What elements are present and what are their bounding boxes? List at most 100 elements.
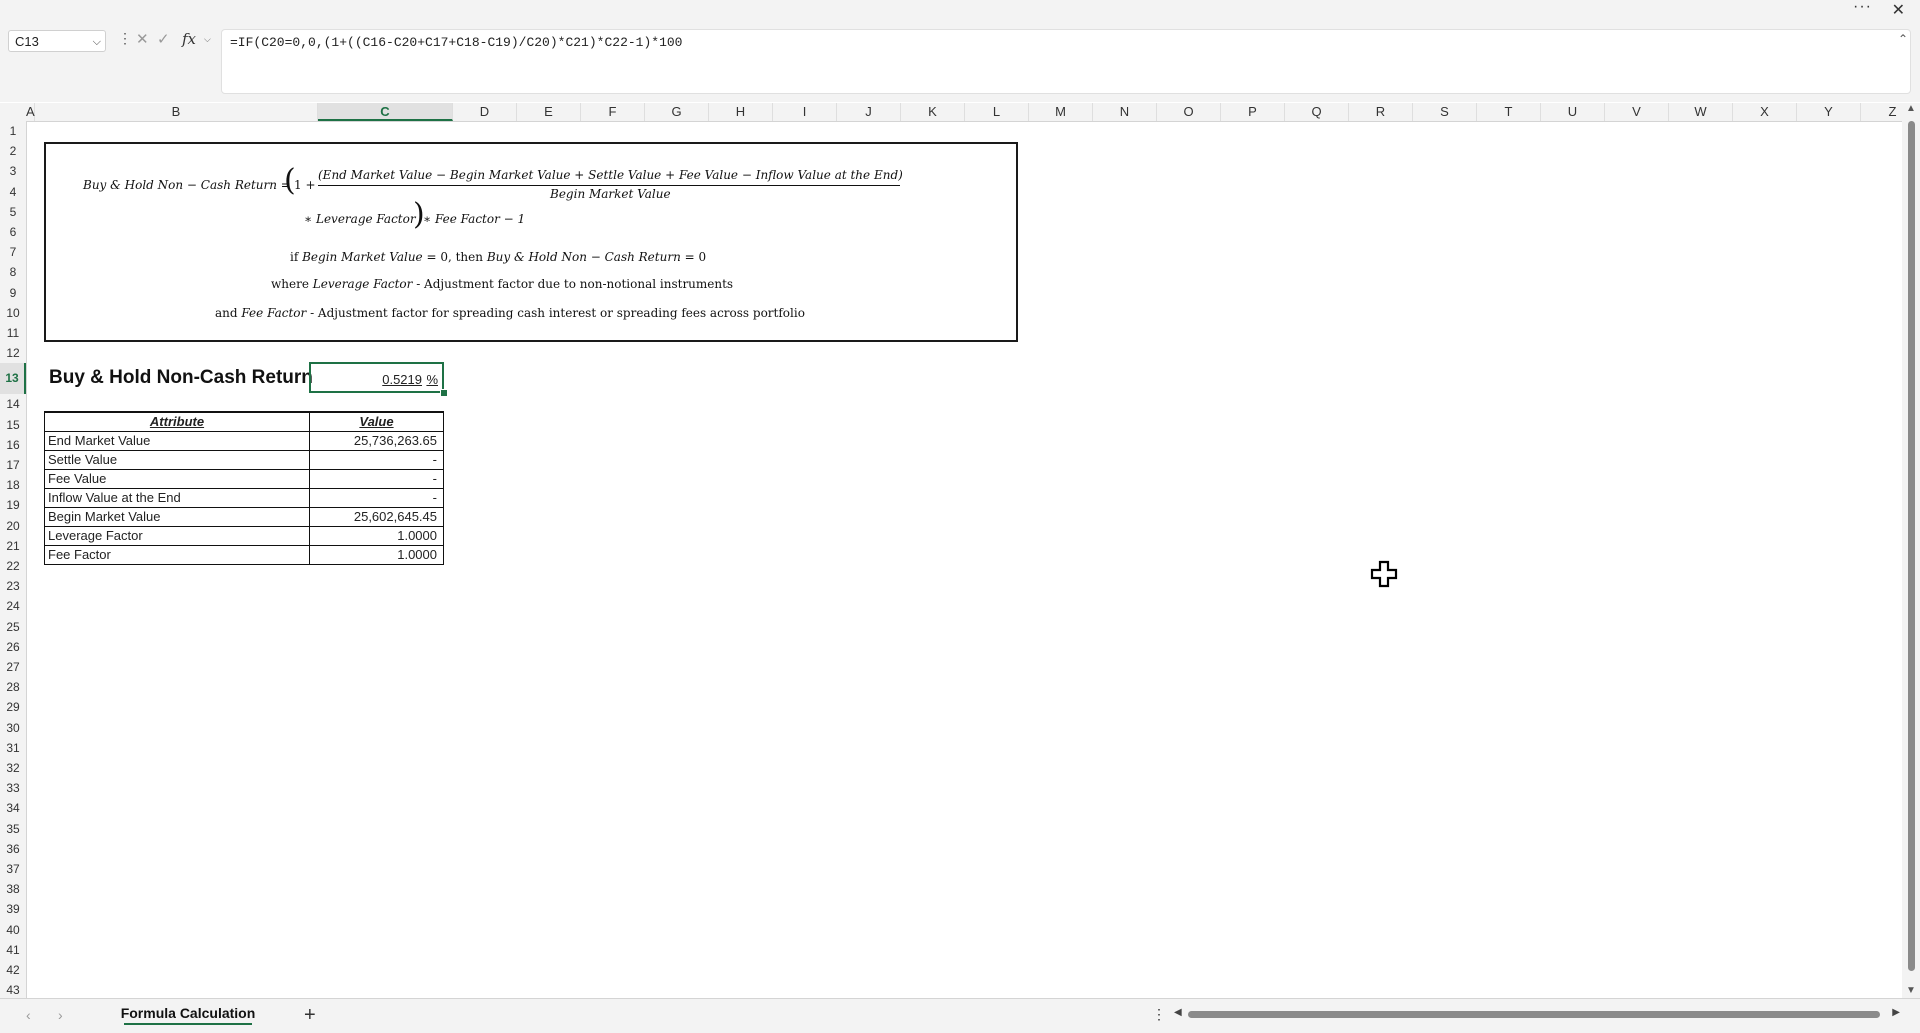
row-header-36[interactable]: 36 [0,839,26,859]
row-header-18[interactable]: 18 [0,475,26,495]
row-header-5[interactable]: 5 [0,202,26,222]
close-icon[interactable]: ✕ [1892,0,1905,20]
attribute-cell[interactable]: Begin Market Value [44,506,310,527]
column-header-c[interactable]: C [318,103,453,121]
row-header-15[interactable]: 15 [0,415,26,435]
scroll-down-icon[interactable]: ▼ [1906,985,1916,996]
insert-function-button[interactable]: fx [182,30,196,48]
row-header-4[interactable]: 4 [0,182,26,202]
vertical-scrollbar[interactable]: ▲ ▼ [1902,103,1920,998]
row-header-13[interactable]: 13 [0,363,26,395]
horizontal-scroll-thumb[interactable] [1188,1011,1880,1018]
row-header-31[interactable]: 31 [0,738,26,758]
row-header-1[interactable]: 1 [0,121,26,141]
confirm-icon[interactable]: ✓ [157,30,170,48]
column-header-s[interactable]: S [1413,103,1477,121]
row-header-26[interactable]: 26 [0,637,26,657]
column-header-q[interactable]: Q [1285,103,1349,121]
column-header-r[interactable]: R [1349,103,1413,121]
more-options-icon[interactable]: ··· [1853,0,1872,16]
attribute-cell[interactable]: End Market Value [44,430,310,451]
scroll-up-icon[interactable]: ▲ [1906,103,1916,114]
column-header-b[interactable]: B [35,103,318,121]
next-sheet-icon[interactable]: › [58,1007,63,1023]
add-sheet-icon[interactable]: + [304,1004,316,1027]
cancel-icon[interactable]: ✕ [136,30,149,48]
row-header-37[interactable]: 37 [0,859,26,879]
attribute-cell[interactable]: Leverage Factor [44,525,310,546]
row-header-16[interactable]: 16 [0,435,26,455]
column-header-k[interactable]: K [901,103,965,121]
more-vertical-icon[interactable]: ⋮ [118,30,132,47]
value-cell[interactable]: 25,602,645.45 [309,506,444,527]
row-header-10[interactable]: 10 [0,303,26,323]
result-label[interactable]: Buy & Hold Non-Cash Return [49,367,313,389]
column-header-t[interactable]: T [1477,103,1541,121]
value-cell[interactable]: - [309,468,444,489]
column-header-v[interactable]: V [1605,103,1669,121]
column-header-d[interactable]: D [453,103,517,121]
row-header-7[interactable]: 7 [0,242,26,262]
result-cell[interactable]: 0.5219 % [309,362,444,393]
row-header-3[interactable]: 3 [0,161,26,181]
fill-handle[interactable] [440,389,448,397]
row-header-27[interactable]: 27 [0,657,26,677]
formula-input[interactable]: =IF(C20=0,0,(1+((C16-C20+C17+C18-C19)/C2… [221,29,1911,94]
row-header-40[interactable]: 40 [0,920,26,940]
row-header-22[interactable]: 22 [0,556,26,576]
row-header-34[interactable]: 34 [0,798,26,818]
row-header-28[interactable]: 28 [0,677,26,697]
header-attribute[interactable]: Attribute [44,411,310,432]
attribute-cell[interactable]: Settle Value [44,449,310,470]
value-cell[interactable]: - [309,449,444,470]
value-cell[interactable]: 25,736,263.65 [309,430,444,451]
column-header-o[interactable]: O [1157,103,1221,121]
row-header-24[interactable]: 24 [0,596,26,616]
row-header-11[interactable]: 11 [0,323,26,343]
column-header-n[interactable]: N [1093,103,1157,121]
attribute-cell[interactable]: Fee Value [44,468,310,489]
column-header-m[interactable]: M [1029,103,1093,121]
row-header-41[interactable]: 41 [0,940,26,960]
vertical-scroll-thumb[interactable] [1908,121,1915,971]
chevron-down-icon[interactable]: ⌵ [93,31,101,53]
header-value[interactable]: Value [309,411,444,432]
column-header-j[interactable]: J [837,103,901,121]
scroll-right-icon[interactable]: ▶ [1892,1007,1900,1018]
row-header-12[interactable]: 12 [0,343,26,363]
row-header-2[interactable]: 2 [0,141,26,161]
row-header-19[interactable]: 19 [0,495,26,515]
row-header-38[interactable]: 38 [0,879,26,899]
row-header-33[interactable]: 33 [0,778,26,798]
attribute-cell[interactable]: Fee Factor [44,544,310,565]
column-header-e[interactable]: E [517,103,581,121]
name-box[interactable]: C13 ⌵ [8,30,106,52]
chevron-down-icon[interactable]: ⌵ [204,34,211,45]
row-header-29[interactable]: 29 [0,697,26,717]
previous-sheet-icon[interactable]: ‹ [26,1007,31,1023]
row-header-14[interactable]: 14 [0,394,26,414]
column-header-l[interactable]: L [965,103,1029,121]
scroll-left-icon[interactable]: ◀ [1174,1007,1182,1018]
row-header-30[interactable]: 30 [0,718,26,738]
row-header-25[interactable]: 25 [0,617,26,637]
value-cell[interactable]: 1.0000 [309,544,444,565]
column-header-h[interactable]: H [709,103,773,121]
formula-image[interactable]: Buy & Hold Non − Cash Return = ( 1 + (En… [44,142,1018,342]
column-header-x[interactable]: X [1733,103,1797,121]
row-header-8[interactable]: 8 [0,262,26,282]
row-header-32[interactable]: 32 [0,758,26,778]
more-vertical-icon[interactable]: ⋮ [1152,1006,1166,1023]
row-header-17[interactable]: 17 [0,455,26,475]
column-header-i[interactable]: I [773,103,837,121]
value-cell[interactable]: - [309,487,444,508]
column-header-g[interactable]: G [645,103,709,121]
column-header-y[interactable]: Y [1797,103,1861,121]
row-header-9[interactable]: 9 [0,283,26,303]
column-header-f[interactable]: F [581,103,645,121]
column-header-w[interactable]: W [1669,103,1733,121]
column-header-p[interactable]: P [1221,103,1285,121]
row-header-35[interactable]: 35 [0,819,26,839]
value-cell[interactable]: 1.0000 [309,525,444,546]
column-header-a[interactable]: A [26,103,35,121]
